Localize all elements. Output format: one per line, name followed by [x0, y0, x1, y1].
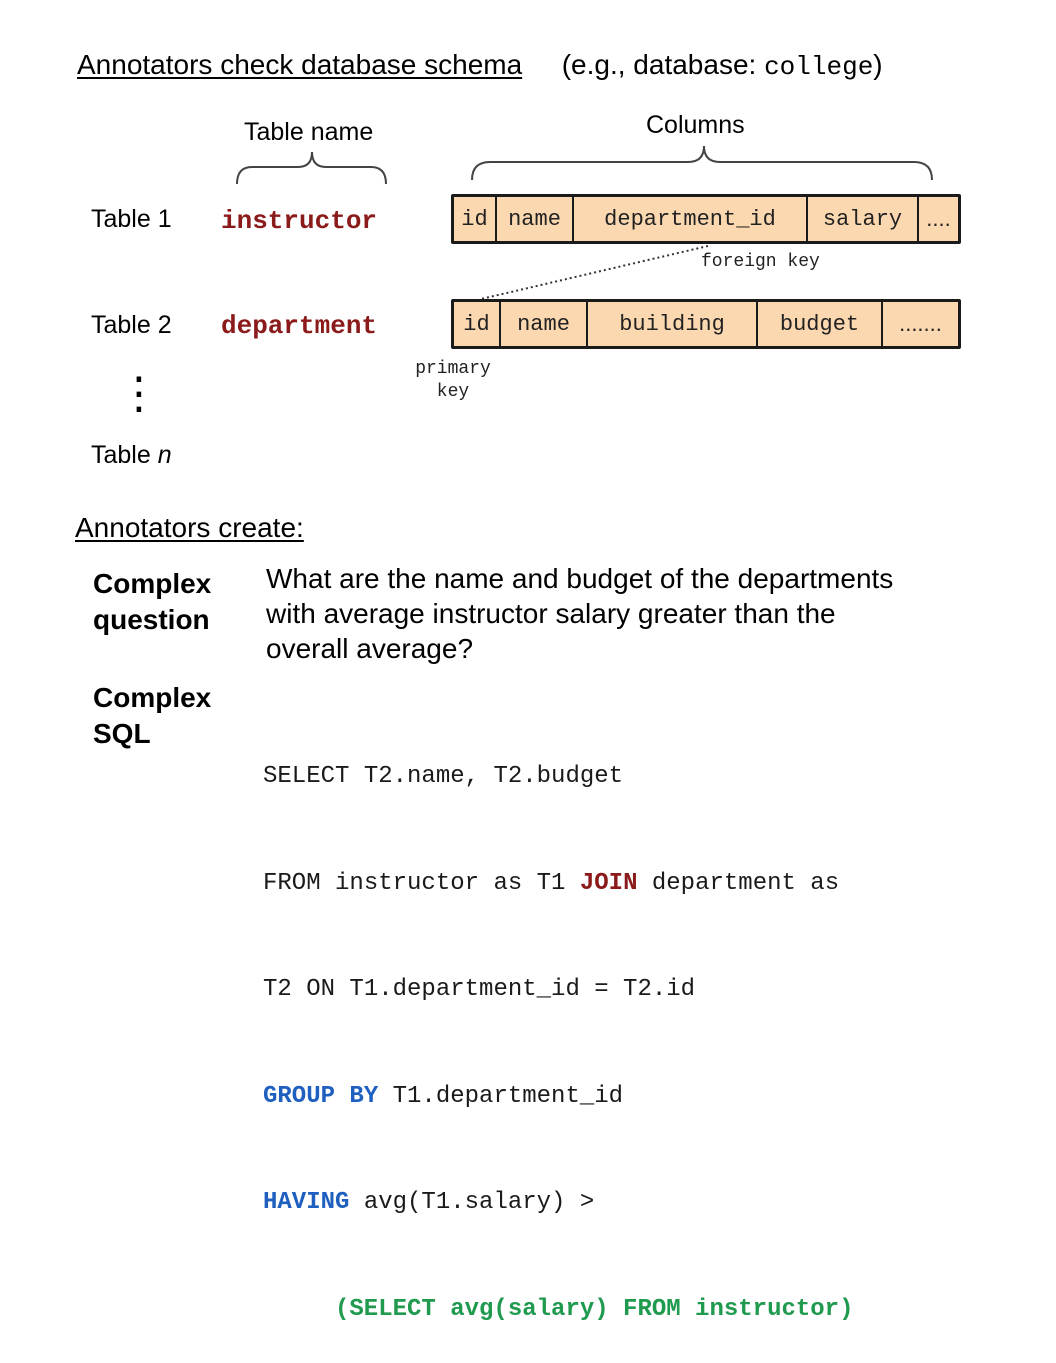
sql-line-4: GROUP BY T1.department_id [263, 1079, 853, 1115]
table-1-column-id: id [454, 197, 497, 241]
sql-line-6: (SELECT avg(salary) FROM instructor) [263, 1292, 853, 1328]
question-label-line-2: question [93, 604, 210, 635]
primary-key-label-line-1: primary [415, 359, 491, 379]
table-1-column-salary: salary [808, 197, 919, 241]
sql-line-2-a: FROM instructor as T1 [263, 869, 580, 897]
table-1-column-department-id: department_id [574, 197, 808, 241]
sql-line-2-b: department as [637, 869, 840, 897]
foreign-key-label: foreign key [701, 252, 820, 272]
table-1-columns: id name department_id salary .... [451, 194, 961, 244]
table-n-prefix: Table [91, 441, 158, 469]
sql-label: Complex SQL [93, 680, 211, 752]
question-text-line-3: overall average? [266, 633, 474, 664]
sql-label-line-1: Complex [93, 682, 212, 713]
create-heading-title: Annotators create: [75, 512, 304, 543]
primary-key-label: primary key [405, 358, 501, 404]
sql-keyword-join: JOIN [579, 869, 638, 897]
sql-keyword-having: HAVING [263, 1189, 350, 1216]
question-label-line-1: Complex [93, 568, 212, 599]
sql-label-line-2: SQL [93, 718, 151, 749]
table-2-column-building: building [588, 302, 758, 346]
table-2-name: department [221, 311, 378, 341]
table-2-column-more: ....... [899, 311, 942, 336]
table-2-columns: id name building budget ....... [451, 299, 961, 349]
table-n-label: Table n [91, 441, 172, 470]
table-2-label: Table 2 [91, 311, 172, 339]
table-1-label: Table 1 [91, 205, 172, 233]
sql-line-3: T2 ON T1.department_id = T2.id [263, 976, 696, 1003]
sql-line-1: SELECT T2.name, T2.budget [263, 763, 624, 790]
question-label: Complex question [93, 566, 211, 638]
foreign-key-connector [480, 245, 709, 300]
table-1-name: instructor [221, 206, 378, 236]
sql-subquery: (SELECT avg(salary) FROM instructor) [335, 1295, 854, 1323]
table-name-brace [236, 151, 387, 185]
table-2-column-id: id [454, 302, 501, 346]
table-2-column-budget: budget [758, 302, 883, 346]
sql-line-5-b: avg(T1.salary) > [349, 1189, 595, 1216]
question-text: What are the name and budget of the depa… [266, 561, 893, 666]
table-n-var: n [157, 441, 172, 469]
table-2-column-name: name [501, 302, 588, 346]
primary-key-label-line-2: key [436, 382, 470, 402]
create-heading: Annotators create: [75, 512, 304, 544]
sql-keyword-group-by: GROUP BY [263, 1082, 379, 1110]
sql-line-5: HAVING avg(T1.salary) > [263, 1185, 853, 1221]
table-1-column-more: .... [926, 206, 951, 231]
vertical-ellipsis: ⋮ [117, 369, 161, 418]
table-1-column-name: name [497, 197, 574, 241]
columns-brace [471, 145, 933, 181]
sql-line-2: FROM instructor as T1 JOIN department as [263, 866, 853, 902]
sql-code: SELECT T2.name, T2.budget FROM instructo… [263, 688, 853, 1363]
question-text-line-2: with average instructor salary greater t… [266, 598, 836, 629]
sql-line-4-b: T1.department_id [378, 1082, 624, 1110]
question-text-line-1: What are the name and budget of the depa… [266, 563, 894, 594]
